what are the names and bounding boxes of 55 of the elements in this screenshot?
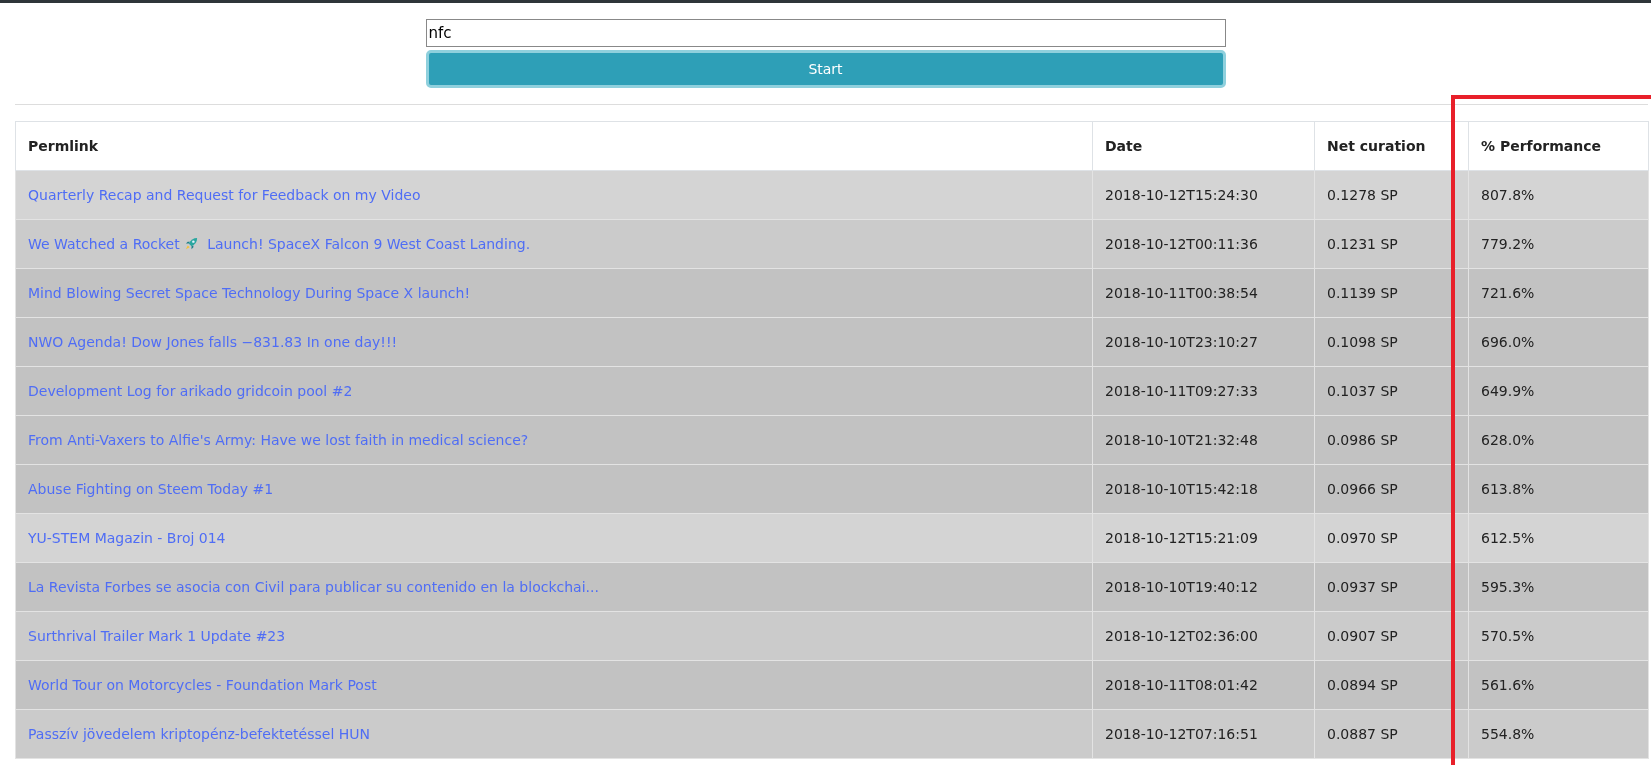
performance-cell: 779.2%: [1468, 219, 1649, 269]
performance-cell: 721.6%: [1468, 268, 1649, 318]
performance-cell: 595.3%: [1468, 562, 1649, 612]
start-button[interactable]: Start: [425, 50, 1226, 88]
post-link[interactable]: Passzív jövedelem kriptopénz-befektetéssel HUN: [28, 726, 370, 742]
post-link[interactable]: Mind Blowing Secret Space Technology During Space X launch!: [28, 285, 471, 301]
performance-cell: 807.8%: [1468, 170, 1649, 220]
curation-cell: 0.0937 SP: [1314, 562, 1469, 612]
column-header: Net curation: [1314, 121, 1469, 171]
date-cell: 2018-10-12T02:36:00: [1092, 611, 1315, 661]
post-link[interactable]: Abuse Fighting on Steem Today #1: [28, 481, 274, 497]
curation-cell: 0.1231 SP: [1314, 219, 1469, 269]
performance-cell: 570.5%: [1468, 611, 1649, 661]
date-cell: 2018-10-12T07:16:51: [1092, 709, 1315, 759]
curation-cell: 0.1139 SP: [1314, 268, 1469, 318]
date-cell: 2018-10-11T08:01:42: [1092, 660, 1315, 710]
post-link[interactable]: YU-STEM Magazin - Broj 014: [28, 530, 226, 546]
post-link[interactable]: From Anti-Vaxers to Alfie's Army: Have we lost faith in medical science?: [28, 432, 529, 448]
column-header: Permlink: [15, 121, 1093, 171]
post-link[interactable]: We Watched a Rocket Launch! SpaceX Falcon 9 West Coast Landing.: [28, 236, 531, 252]
post-link[interactable]: La Revista Forbes se asocia con Civil para publicar su contenido en la blockchai...: [28, 579, 599, 595]
date-cell: 2018-10-11T00:38:54: [1092, 268, 1315, 318]
curation-cell: 0.0970 SP: [1314, 513, 1469, 563]
curation-cell: 0.1278 SP: [1314, 170, 1469, 220]
column-header: % Performance: [1468, 121, 1649, 171]
performance-cell: 554.8%: [1468, 709, 1649, 759]
column-header: Date: [1092, 121, 1315, 171]
date-cell: 2018-10-10T15:42:18: [1092, 464, 1315, 514]
performance-cell: 612.5%: [1468, 513, 1649, 563]
curation-cell: 0.1037 SP: [1314, 366, 1469, 416]
date-cell: 2018-10-12T15:21:09: [1092, 513, 1315, 563]
post-link[interactable]: Quarterly Recap and Request for Feedback on my Video: [28, 187, 421, 203]
post-link[interactable]: World Tour on Motorcycles - Foundation Mark Post: [28, 677, 377, 693]
performance-cell: 613.8%: [1468, 464, 1649, 514]
performance-cell: 696.0%: [1468, 317, 1649, 367]
curation-cell: 0.0887 SP: [1314, 709, 1469, 759]
curation-cell: 0.1098 SP: [1314, 317, 1469, 367]
date-cell: 2018-10-10T21:32:48: [1092, 415, 1315, 465]
date-cell: 2018-10-11T09:27:33: [1092, 366, 1315, 416]
date-cell: 2018-10-12T15:24:30: [1092, 170, 1315, 220]
curation-cell: 0.0966 SP: [1314, 464, 1469, 514]
post-link[interactable]: Surthrival Trailer Mark 1 Update #23: [28, 628, 286, 644]
date-cell: 2018-10-12T00:11:36: [1092, 219, 1315, 269]
performance-cell: 628.0%: [1468, 415, 1649, 465]
post-link[interactable]: Development Log for arikado gridcoin pool #2: [28, 383, 353, 399]
curation-cell: 0.0894 SP: [1314, 660, 1469, 710]
performance-cell: 561.6%: [1468, 660, 1649, 710]
date-cell: 2018-10-10T19:40:12: [1092, 562, 1315, 612]
rocket-icon: [183, 236, 199, 251]
search-field[interactable]: nfc: [425, 19, 1226, 47]
performance-cell: 649.9%: [1468, 366, 1649, 416]
curation-cell: 0.0907 SP: [1314, 611, 1469, 661]
date-cell: 2018-10-10T23:10:27: [1092, 317, 1315, 367]
post-link[interactable]: NWO Agenda! Dow Jones falls −831.83 In one day!!!: [28, 334, 398, 350]
curation-cell: 0.0986 SP: [1314, 415, 1469, 465]
